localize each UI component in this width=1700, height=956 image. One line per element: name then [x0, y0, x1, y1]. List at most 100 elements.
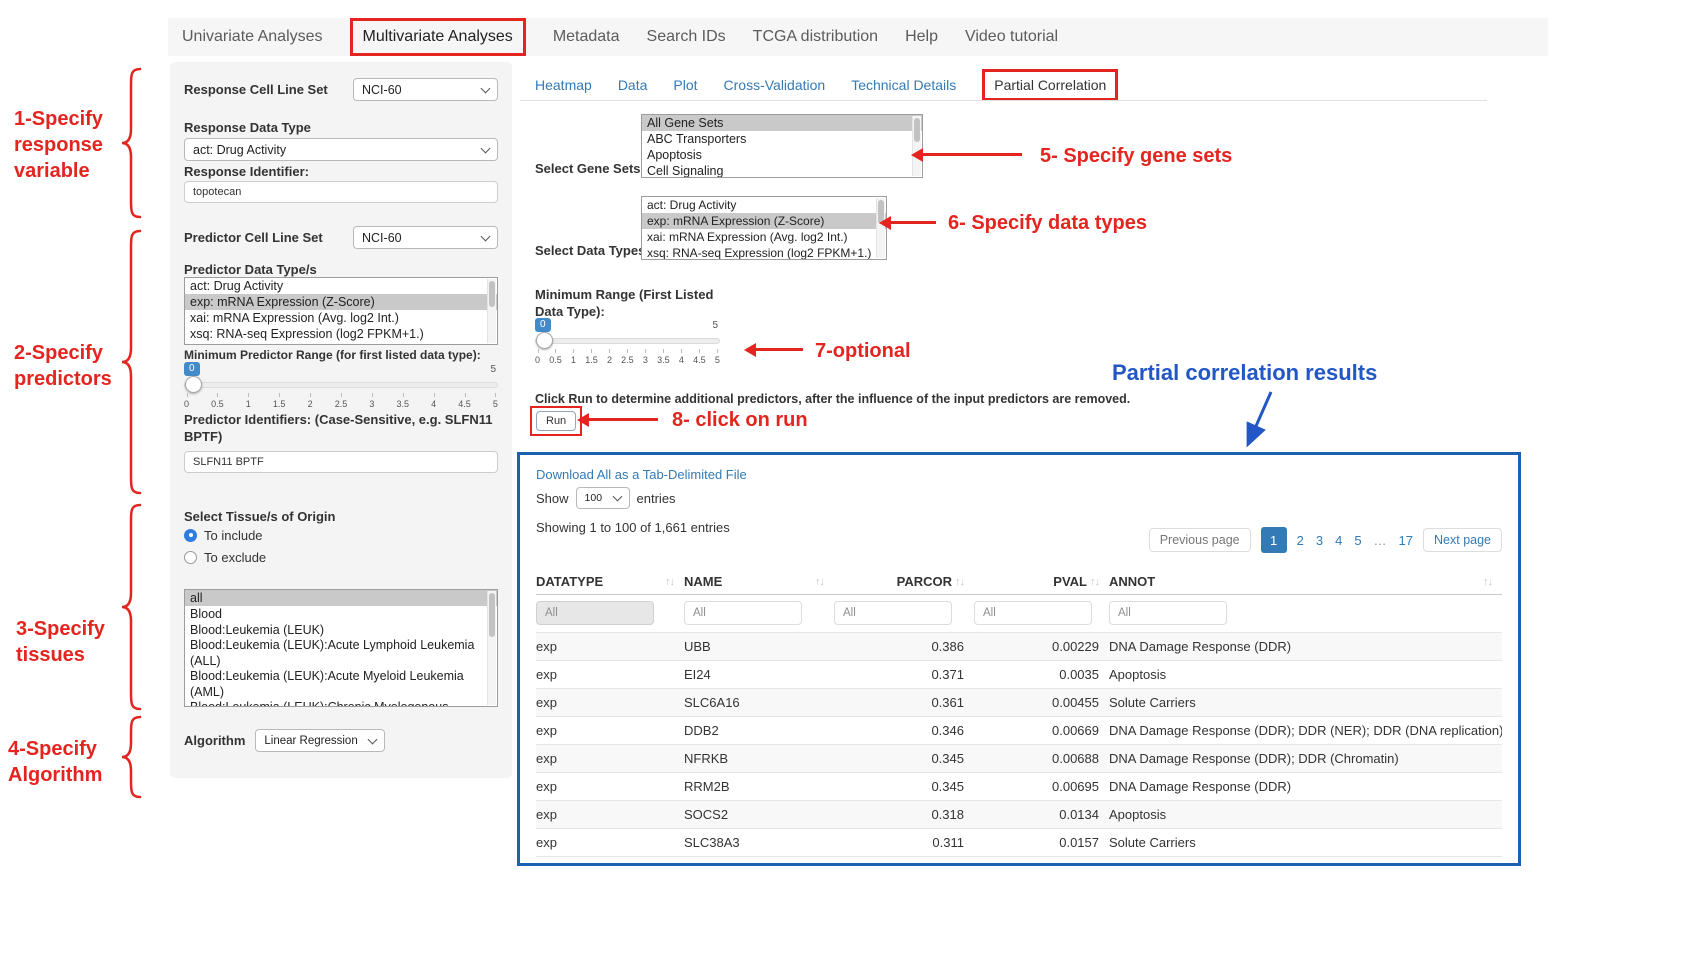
- filter-name-input[interactable]: [684, 601, 802, 625]
- response-cell-line-set-select[interactable]: NCI-60: [353, 78, 498, 101]
- option-selected[interactable]: exp: mRNA Expression (Z-Score): [642, 213, 886, 229]
- show-entries-select[interactable]: 100: [576, 487, 630, 509]
- table-row[interactable]: exp NFRKB 0.345 0.00688 DNA Damage Respo…: [536, 745, 1502, 773]
- header-label: PARCOR: [897, 574, 952, 589]
- min-predictor-range-slider[interactable]: 0 5 00.511.522.533.544.55: [184, 362, 498, 408]
- nav-search-ids[interactable]: Search IDs: [647, 28, 726, 46]
- sort-icon[interactable]: ↑↓: [955, 576, 964, 588]
- sort-icon[interactable]: ↑↓: [815, 576, 824, 588]
- column-header-name[interactable]: NAME↑↓: [684, 574, 834, 589]
- show-label: Show: [536, 491, 569, 506]
- slider-tick-label: 4.5: [458, 393, 471, 409]
- nav-video-tutorial[interactable]: Video tutorial: [965, 28, 1058, 46]
- sort-icon[interactable]: ↑↓: [665, 576, 674, 588]
- option[interactable]: Blood:Leukemia (LEUK):Chronic Myelogenou…: [185, 700, 497, 707]
- nav-univariate-analyses[interactable]: Univariate Analyses: [182, 28, 323, 46]
- table-row[interactable]: exp RRM2B 0.345 0.00695 DNA Damage Respo…: [536, 773, 1502, 801]
- table-row[interactable]: exp UBB 0.386 0.00229 DNA Damage Respons…: [536, 633, 1502, 661]
- option[interactable]: act: Drug Activity: [185, 278, 497, 294]
- tab-cross-validation[interactable]: Cross-Validation: [724, 77, 826, 93]
- table-row[interactable]: exp EI24 0.371 0.0035 Apoptosis: [536, 661, 1502, 689]
- tissues-select[interactable]: all Blood Blood:Leukemia (LEUK) Blood:Le…: [184, 589, 498, 707]
- tab-partial-correlation[interactable]: Partial Correlation: [982, 69, 1118, 101]
- gene-sets-select[interactable]: All Gene Sets ABC Transporters Apoptosis…: [641, 114, 923, 178]
- option-selected[interactable]: exp: mRNA Expression (Z-Score): [185, 294, 497, 310]
- slider-tick-label: 1.5: [585, 349, 598, 365]
- cell-annot: Apoptosis: [1109, 807, 1502, 822]
- algorithm-select[interactable]: Linear Regression: [255, 729, 385, 752]
- run-instruction: Click Run to determine additional predic…: [535, 392, 1130, 406]
- option[interactable]: xai: mRNA Expression (Avg. log2 Int.): [642, 229, 886, 245]
- filter-datatype-input[interactable]: [536, 601, 654, 625]
- slider-track[interactable]: [535, 338, 720, 344]
- option[interactable]: xai: mRNA Expression (Avg. log2 Int.): [185, 310, 497, 326]
- predictor-cell-line-set-select[interactable]: NCI-60: [353, 226, 498, 249]
- option[interactable]: Blood: [185, 606, 497, 622]
- option[interactable]: Blood:Leukemia (LEUK):Acute Lymphoid Leu…: [185, 638, 497, 669]
- nav-tcga-distribution[interactable]: TCGA distribution: [753, 28, 878, 46]
- column-header-datatype[interactable]: DATATYPE↑↓: [536, 574, 684, 589]
- page-button[interactable]: …: [1374, 533, 1387, 548]
- page-button-active[interactable]: 1: [1261, 527, 1287, 553]
- predictor-data-types-select[interactable]: act: Drug Activity exp: mRNA Expression …: [184, 277, 498, 345]
- slider-handle[interactable]: [185, 376, 202, 393]
- option[interactable]: Cell Signaling: [642, 163, 922, 178]
- page-button[interactable]: 17: [1399, 533, 1413, 548]
- slider-track[interactable]: [184, 382, 498, 388]
- radio-to-exclude[interactable]: To exclude: [184, 549, 498, 565]
- run-button[interactable]: Run: [536, 411, 576, 431]
- slider-handle[interactable]: [536, 332, 553, 349]
- sort-icon[interactable]: ↑↓: [1483, 576, 1492, 588]
- radio-to-include[interactable]: To include: [184, 527, 498, 543]
- option[interactable]: xsq: RNA-seq Expression (log2 FPKM+1.): [185, 326, 497, 342]
- nav-multivariate-analyses[interactable]: Multivariate Analyses: [350, 18, 526, 56]
- next-page-button[interactable]: Next page: [1423, 528, 1502, 552]
- scrollbar[interactable]: [487, 591, 496, 705]
- filter-parcor-input[interactable]: [834, 601, 952, 625]
- filter-pval-input[interactable]: [974, 601, 1092, 625]
- page-button[interactable]: 4: [1335, 533, 1342, 548]
- filter-annot-input[interactable]: [1109, 601, 1227, 625]
- nav-help[interactable]: Help: [905, 28, 938, 46]
- option[interactable]: act: Drug Activity: [642, 197, 886, 213]
- option[interactable]: xsq: RNA-seq Expression (log2 FPKM+1.): [642, 245, 886, 260]
- page-button[interactable]: 2: [1297, 533, 1304, 548]
- option[interactable]: Apoptosis: [642, 147, 922, 163]
- tab-heatmap[interactable]: Heatmap: [535, 77, 592, 93]
- data-types-select[interactable]: act: Drug Activity exp: mRNA Expression …: [641, 196, 887, 260]
- table-row[interactable]: exp SOCS2 0.318 0.0134 Apoptosis: [536, 801, 1502, 829]
- response-data-type-select[interactable]: act: Drug Activity: [184, 138, 498, 161]
- table-row[interactable]: exp DDB2 0.346 0.00669 DNA Damage Respon…: [536, 717, 1502, 745]
- table-row[interactable]: exp SLC38A3 0.311 0.0157 Solute Carriers: [536, 829, 1502, 857]
- nav-metadata[interactable]: Metadata: [553, 28, 620, 46]
- option[interactable]: ABC Transporters: [642, 131, 922, 147]
- tab-plot[interactable]: Plot: [673, 77, 697, 93]
- tab-technical-details[interactable]: Technical Details: [851, 77, 956, 93]
- scrollbar[interactable]: [912, 116, 921, 176]
- predictor-identifiers-input[interactable]: [184, 451, 498, 473]
- slider-tick-label: 2: [308, 393, 313, 409]
- column-header-pval[interactable]: PVAL↑↓: [974, 574, 1109, 589]
- column-header-annot[interactable]: ANNOT↑↓: [1109, 574, 1502, 589]
- option[interactable]: Blood:Leukemia (LEUK):Acute Myeloid Leuk…: [185, 669, 497, 700]
- response-identifier-input[interactable]: [184, 181, 498, 203]
- tab-data[interactable]: Data: [618, 77, 648, 93]
- scrollbar[interactable]: [487, 279, 496, 343]
- chevron-down-icon: [368, 734, 378, 744]
- download-link[interactable]: Download All as a Tab-Delimited File: [536, 467, 1502, 482]
- cell-annot: DNA Damage Response (DDR): [1109, 779, 1502, 794]
- results-table: DATATYPE↑↓ NAME↑↓ PARCOR↑↓ PVAL↑↓ ANNOT↑…: [536, 569, 1502, 857]
- page-button[interactable]: 5: [1354, 533, 1361, 548]
- page-button[interactable]: 3: [1316, 533, 1323, 548]
- option[interactable]: Blood:Leukemia (LEUK): [185, 622, 497, 638]
- column-header-parcor[interactable]: PARCOR↑↓: [834, 574, 974, 589]
- min-range-slider[interactable]: 0 5 00.511.522.533.544.55: [535, 318, 720, 364]
- cell-pval: 0.00669: [974, 723, 1109, 738]
- sidebar-form: Response Cell Line Set NCI-60 Response D…: [170, 62, 512, 778]
- sort-icon[interactable]: ↑↓: [1090, 576, 1099, 588]
- option-selected[interactable]: All Gene Sets: [642, 115, 922, 131]
- previous-page-button[interactable]: Previous page: [1149, 528, 1251, 552]
- annotation-step4: 4-Specify Algorithm: [8, 736, 128, 788]
- table-row[interactable]: exp SLC6A16 0.361 0.00455 Solute Carrier…: [536, 689, 1502, 717]
- option-selected[interactable]: all: [185, 590, 497, 606]
